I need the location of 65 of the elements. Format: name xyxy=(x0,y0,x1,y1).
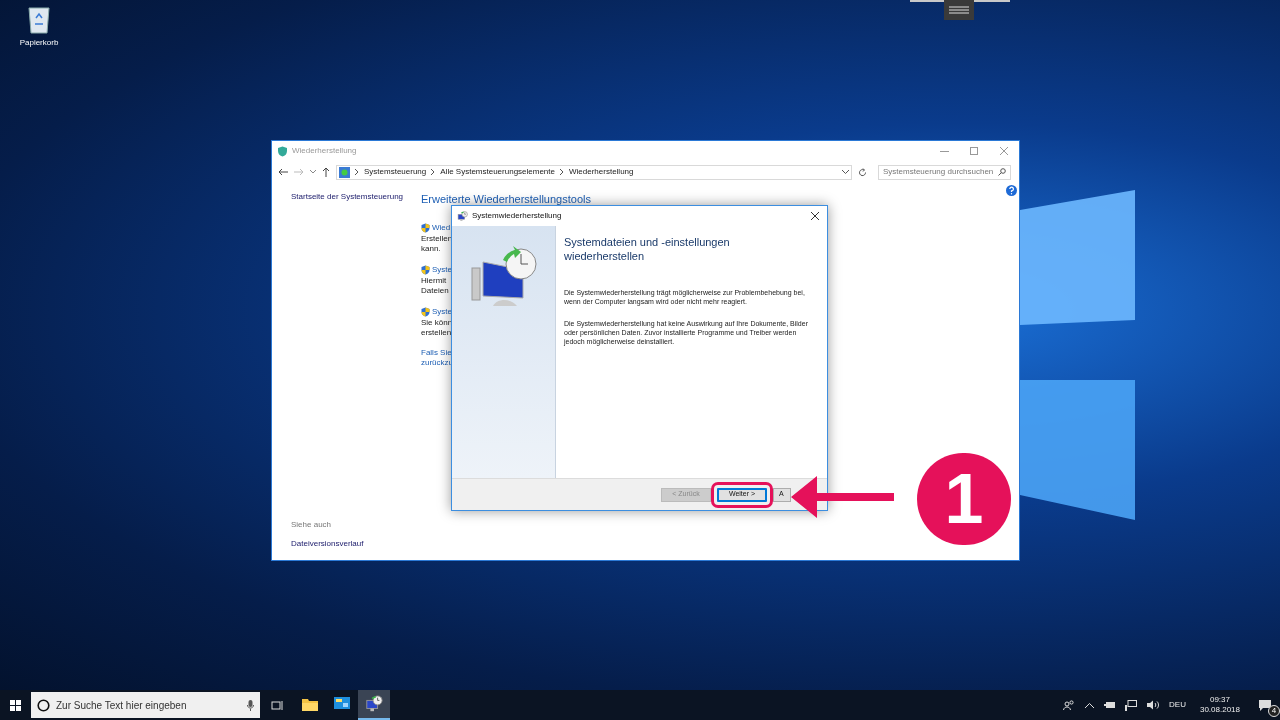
clock-date: 30.08.2018 xyxy=(1199,705,1240,715)
recycle-bin-icon[interactable] xyxy=(26,4,52,34)
close-icon xyxy=(811,212,819,220)
breadcrumb-item[interactable]: Alle Systemsteuerungselemente xyxy=(440,166,555,178)
tool-description: kann. xyxy=(421,244,441,254)
search-field[interactable]: Systemsteuerung durchsuchen xyxy=(878,164,1011,180)
restore-icon xyxy=(365,695,383,713)
speaker-icon[interactable] xyxy=(1147,700,1160,710)
dialog-heading: Systemdateien und -einstellungen wiederherstellen xyxy=(564,235,731,263)
windows-icon xyxy=(10,699,21,711)
tool-description: Dateien xyxy=(421,286,449,296)
up-icon[interactable] xyxy=(322,167,330,177)
control-panel-icon xyxy=(334,697,350,711)
breadcrumb-item[interactable]: Systemsteuerung xyxy=(364,166,427,178)
menu-icon xyxy=(949,6,969,14)
clock-time: 09:37 xyxy=(1209,695,1230,705)
language-indicator[interactable]: DEU xyxy=(1169,699,1186,711)
note-link[interactable]: Falls Sie xyxy=(421,348,452,358)
notification-icon xyxy=(1259,699,1271,711)
minimize-icon xyxy=(939,150,949,152)
sidebar-link[interactable]: Startseite der Systemsteuerung xyxy=(291,191,420,203)
note-link[interactable]: zurückzu xyxy=(421,358,453,368)
tool-link[interactable]: Syste xyxy=(432,264,452,276)
clock[interactable]: 09:37 30.08.2018 xyxy=(1195,695,1244,715)
help-icon[interactable] xyxy=(1006,185,1017,196)
folder-icon xyxy=(302,697,318,711)
tool-link[interactable]: Syste xyxy=(432,306,452,318)
shield-icon xyxy=(421,223,430,233)
tool-description: erstellen xyxy=(421,328,452,338)
back-icon[interactable] xyxy=(278,168,288,176)
taskbar-search-field[interactable]: Zur Suche Text hier eingeben xyxy=(31,692,260,718)
address-bar[interactable]: Systemsteuerung Alle Systemsteuerungselemente Wiederherstellung xyxy=(336,164,852,180)
see-also-heading: Siehe auch xyxy=(291,519,333,531)
desktop-icon-label[interactable]: Papierkorb xyxy=(19,37,59,49)
sidebar-link[interactable]: Dateiversionsverlauf xyxy=(291,538,420,550)
taskbar-app-button[interactable] xyxy=(358,690,390,720)
location-icon xyxy=(339,166,350,178)
chevron-down-icon[interactable] xyxy=(842,170,849,174)
dialog-title: Systemwiederherstellung xyxy=(472,210,562,222)
task-view-icon[interactable] xyxy=(271,699,283,711)
chevron-up-icon[interactable] xyxy=(1085,702,1095,708)
chevron-right-icon xyxy=(431,169,436,175)
battery-icon[interactable] xyxy=(1104,701,1116,709)
chevron-right-icon xyxy=(355,169,359,175)
people-icon[interactable] xyxy=(1063,700,1076,710)
shield-icon xyxy=(421,265,430,275)
network-icon[interactable] xyxy=(1125,699,1138,711)
microphone-icon[interactable] xyxy=(247,699,254,711)
tool-link[interactable]: Wied xyxy=(432,222,451,234)
dialog-icon xyxy=(457,210,468,222)
chevron-down-icon[interactable] xyxy=(310,170,316,174)
cortana-icon xyxy=(37,698,50,712)
shield-icon xyxy=(421,307,430,317)
close-icon xyxy=(1000,147,1008,155)
section-heading: Erweiterte Wiederherstellungstools xyxy=(421,193,592,205)
breadcrumb-item[interactable]: Wiederherstellung xyxy=(569,166,634,178)
window-icon xyxy=(277,145,288,157)
chevron-right-icon xyxy=(560,169,564,175)
search-icon xyxy=(998,168,1006,176)
notification-count-badge: 4 xyxy=(1268,705,1280,717)
window-title: Wiederherstellung xyxy=(292,145,357,157)
refresh-icon[interactable] xyxy=(858,167,867,177)
tool-description: Hiermit xyxy=(421,276,447,286)
menu-button[interactable] xyxy=(944,0,974,20)
maximize-icon xyxy=(970,147,978,155)
